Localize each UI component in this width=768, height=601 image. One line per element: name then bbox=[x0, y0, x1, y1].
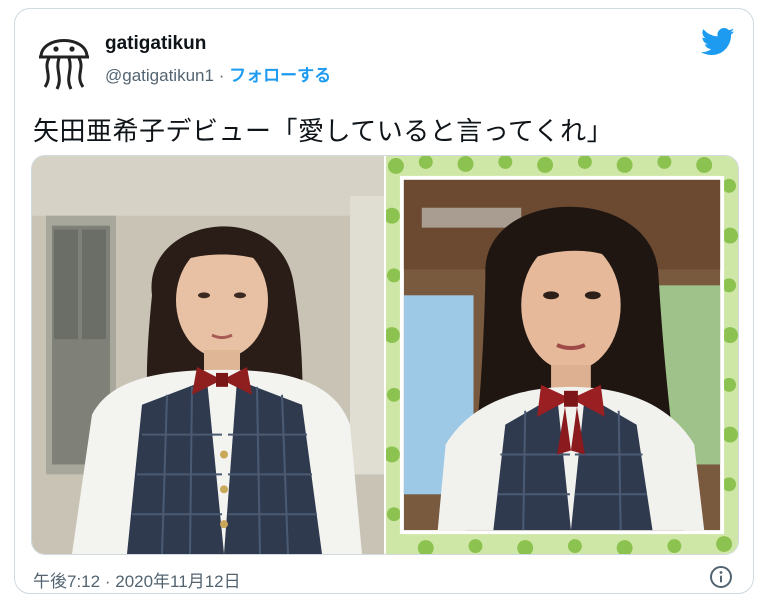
media-grid bbox=[31, 155, 739, 555]
photo-right-image bbox=[386, 156, 738, 554]
tweet-time: 午後7:12 bbox=[33, 572, 101, 591]
twitter-bird-icon[interactable] bbox=[701, 27, 735, 57]
handle-row: @gatigatikun1 · フォローする bbox=[105, 61, 331, 86]
jellyfish-icon[interactable] bbox=[35, 27, 93, 91]
display-name[interactable]: gatigatikun bbox=[105, 33, 206, 55]
tweet-date: 2020年11月12日 bbox=[115, 572, 241, 591]
photo-left-image bbox=[32, 156, 384, 554]
tweet-text: 矢田亜希子デビュー「愛していると言ってくれ」 bbox=[33, 116, 614, 146]
photo-left[interactable] bbox=[32, 156, 384, 554]
info-icon[interactable] bbox=[709, 565, 733, 589]
photo-right[interactable] bbox=[386, 156, 738, 554]
timestamp[interactable]: 午後7:12 · 2020年11月12日 bbox=[33, 567, 241, 592]
handle-separator: · bbox=[218, 66, 225, 85]
timestamp-separator: · bbox=[104, 572, 111, 591]
tweet-card: gatigatikun @gatigatikun1 · フォローする 矢田亜希子… bbox=[14, 8, 754, 594]
handle[interactable]: @gatigatikun1 bbox=[105, 66, 214, 85]
follow-link[interactable]: フォローする bbox=[229, 66, 331, 85]
